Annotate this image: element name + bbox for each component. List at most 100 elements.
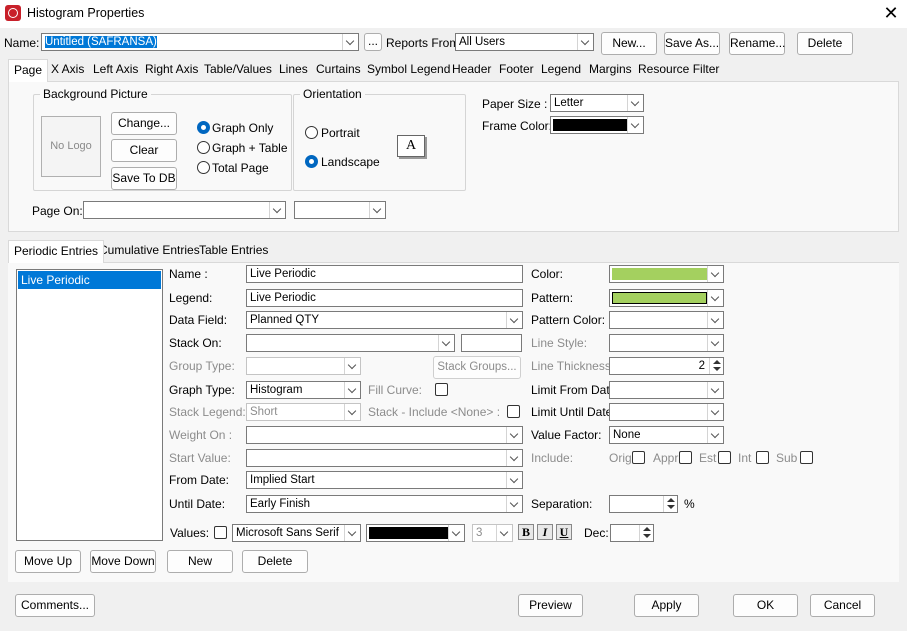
- start-value-combo[interactable]: [246, 449, 523, 467]
- name-combo[interactable]: Untitled (SAFRANSA): [41, 33, 359, 51]
- entry-name-input[interactable]: Live Periodic: [246, 265, 523, 283]
- chevron-down-icon[interactable]: [707, 312, 723, 328]
- ok-button[interactable]: OK: [733, 594, 798, 617]
- pattern-color-combo[interactable]: [609, 311, 724, 329]
- chevron-down-icon[interactable]: [577, 34, 593, 50]
- include-est-checkbox[interactable]: [718, 451, 731, 464]
- chevron-down-icon[interactable]: [344, 358, 360, 374]
- chevron-down-icon[interactable]: [707, 404, 723, 420]
- until-date-combo[interactable]: Early Finish: [246, 495, 523, 513]
- limit-from-date-combo[interactable]: [609, 381, 724, 399]
- rename-button[interactable]: Rename...: [729, 32, 785, 55]
- italic-button[interactable]: I: [537, 524, 553, 540]
- radio-graph-only[interactable]: [197, 121, 210, 134]
- include-orig-checkbox[interactable]: [632, 451, 645, 464]
- color-combo[interactable]: [609, 265, 724, 283]
- tab-page[interactable]: Page: [8, 59, 49, 82]
- chevron-down-icon[interactable]: [707, 427, 723, 443]
- page-on-combo[interactable]: [83, 201, 286, 219]
- spinner-icon[interactable]: [639, 525, 653, 541]
- chevron-down-icon[interactable]: [342, 34, 358, 50]
- graph-type-combo[interactable]: Histogram: [246, 381, 361, 399]
- weight-on-combo[interactable]: [246, 426, 523, 444]
- chevron-down-icon[interactable]: [707, 335, 723, 351]
- page-on-secondary-combo[interactable]: [294, 201, 386, 219]
- values-checkbox[interactable]: [214, 526, 227, 539]
- include-int-checkbox[interactable]: [756, 451, 769, 464]
- delete-report-button[interactable]: Delete: [797, 32, 853, 55]
- browse-button[interactable]: ...: [364, 33, 382, 51]
- chevron-down-icon[interactable]: [344, 382, 360, 398]
- tab-curtains[interactable]: Curtains: [311, 59, 366, 81]
- paper-size-combo[interactable]: Letter: [550, 94, 644, 112]
- chevron-down-icon[interactable]: [369, 202, 385, 218]
- value-factor-combo[interactable]: None: [609, 426, 724, 444]
- legend-input[interactable]: Live Periodic: [246, 289, 523, 307]
- underline-button[interactable]: U: [556, 524, 572, 540]
- chevron-down-icon[interactable]: [344, 525, 360, 541]
- chevron-down-icon[interactable]: [496, 525, 512, 541]
- tab-right-axis[interactable]: Right Axis: [140, 59, 203, 81]
- chevron-down-icon[interactable]: [707, 290, 723, 306]
- include-appr-checkbox[interactable]: [679, 451, 692, 464]
- chevron-down-icon[interactable]: [269, 202, 285, 218]
- radio-graph-table[interactable]: [197, 141, 210, 154]
- list-item[interactable]: Live Periodic: [18, 271, 161, 289]
- tab-lines[interactable]: Lines: [274, 59, 313, 81]
- chevron-down-icon[interactable]: [438, 335, 454, 351]
- tab-header[interactable]: Header: [447, 59, 496, 81]
- tab-table-values[interactable]: Table/Values: [199, 59, 277, 81]
- radio-total-page[interactable]: [197, 161, 210, 174]
- values-font-combo[interactable]: Microsoft Sans Serif: [232, 524, 361, 542]
- tab-legend[interactable]: Legend: [536, 59, 586, 81]
- from-date-combo[interactable]: Implied Start: [246, 471, 523, 489]
- apply-button[interactable]: Apply: [634, 594, 699, 617]
- chevron-down-icon[interactable]: [344, 404, 360, 420]
- new-report-button[interactable]: New...: [601, 32, 657, 55]
- stack-include-none-checkbox[interactable]: [507, 405, 520, 418]
- bold-button[interactable]: B: [518, 524, 534, 540]
- chevron-down-icon[interactable]: [506, 496, 522, 512]
- spinner-icon[interactable]: [663, 496, 677, 512]
- chevron-down-icon[interactable]: [707, 382, 723, 398]
- tab-resource-filter[interactable]: Resource Filter: [633, 59, 724, 81]
- group-type-combo[interactable]: [246, 357, 361, 375]
- tab-table-entries[interactable]: Table Entries: [194, 240, 273, 262]
- values-size-combo[interactable]: 3: [472, 524, 513, 542]
- tab-footer[interactable]: Footer: [494, 59, 539, 81]
- stack-on-secondary-input[interactable]: [461, 334, 522, 352]
- line-thickness-input[interactable]: 2: [609, 357, 724, 375]
- chevron-down-icon[interactable]: [627, 117, 643, 133]
- tab-left-axis[interactable]: Left Axis: [88, 59, 143, 81]
- data-field-combo[interactable]: Planned QTY: [246, 311, 523, 329]
- tab-cumulative-entries[interactable]: Cumulative Entries: [94, 240, 205, 262]
- radio-portrait[interactable]: [305, 126, 318, 139]
- values-color-combo[interactable]: [366, 524, 465, 542]
- separation-input[interactable]: [609, 495, 678, 513]
- dec-input[interactable]: [610, 524, 654, 542]
- save-as-button[interactable]: Save As...: [664, 32, 720, 55]
- line-style-combo[interactable]: [609, 334, 724, 352]
- limit-until-date-combo[interactable]: [609, 403, 724, 421]
- tab-margins[interactable]: Margins: [584, 59, 637, 81]
- tab-x-axis[interactable]: X Axis: [46, 59, 89, 81]
- save-to-db-button[interactable]: Save To DB: [111, 167, 177, 190]
- pattern-combo[interactable]: [609, 289, 724, 307]
- clear-picture-button[interactable]: Clear: [111, 139, 177, 162]
- include-sub-checkbox[interactable]: [800, 451, 813, 464]
- chevron-down-icon[interactable]: [506, 427, 522, 443]
- new-entry-button[interactable]: New: [167, 550, 233, 573]
- radio-landscape[interactable]: [305, 155, 318, 168]
- stack-on-combo[interactable]: [246, 334, 455, 352]
- chevron-down-icon[interactable]: [448, 525, 464, 541]
- reports-from-combo[interactable]: All Users: [455, 33, 594, 51]
- chevron-down-icon[interactable]: [506, 450, 522, 466]
- chevron-down-icon[interactable]: [506, 312, 522, 328]
- close-icon[interactable]: ✕: [882, 3, 900, 23]
- chevron-down-icon[interactable]: [506, 472, 522, 488]
- preview-button[interactable]: Preview: [518, 594, 583, 617]
- fill-curve-checkbox[interactable]: [435, 383, 448, 396]
- cancel-button[interactable]: Cancel: [810, 594, 875, 617]
- chevron-down-icon[interactable]: [707, 266, 723, 282]
- spinner-icon[interactable]: [709, 358, 723, 374]
